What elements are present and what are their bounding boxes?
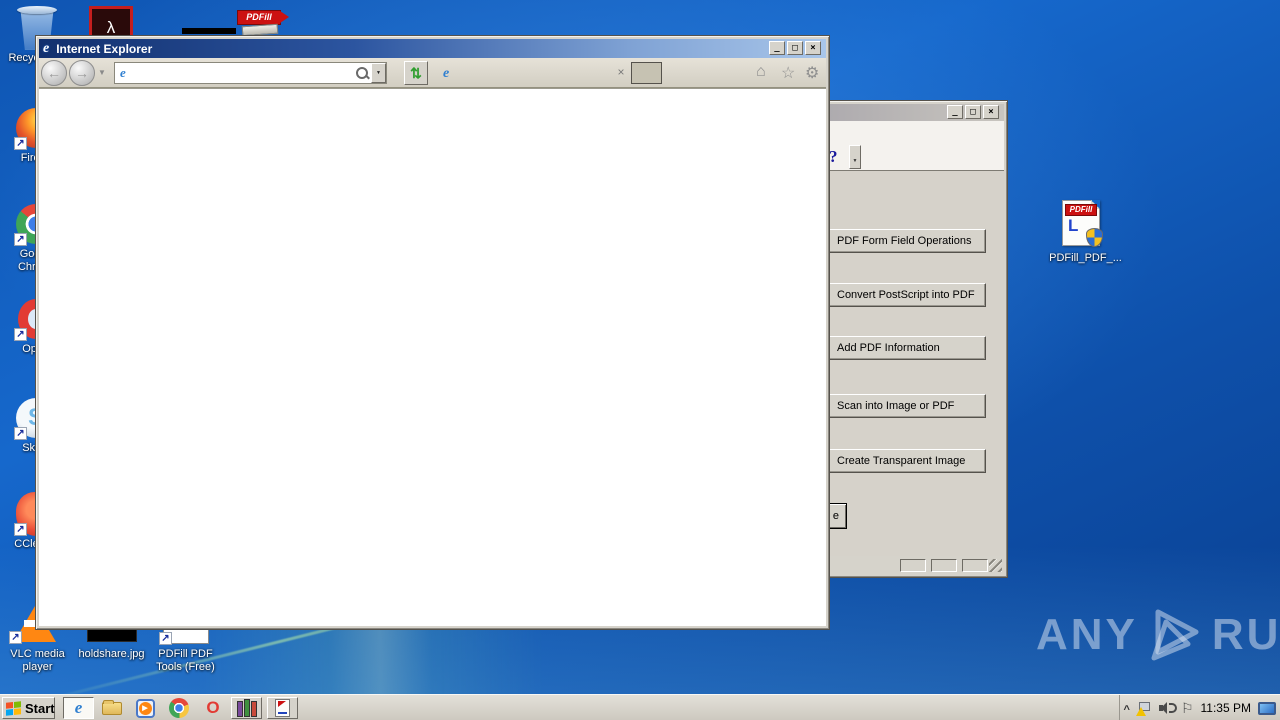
desktop-icon-label: holdshare.jpg xyxy=(78,648,145,660)
pdfill-l-glyph: L xyxy=(1068,216,1079,235)
desktop-icon-label: PDFill_PDF_... xyxy=(1049,252,1122,264)
ie-titlebar[interactable]: e Internet Explorer _ □ × xyxy=(39,39,826,58)
system-tray: ^ ⚐ 11:35 PM xyxy=(1118,695,1280,720)
tray-clock[interactable]: 11:35 PM xyxy=(1201,701,1251,715)
action-center-flag-icon[interactable]: ⚐ xyxy=(1181,700,1194,717)
desktop-icon-label: PDFill PDF Tools (Free) xyxy=(156,648,215,673)
recycle-bin-rim xyxy=(17,6,57,14)
home-icon[interactable]: ⌂ xyxy=(756,63,766,81)
help-icon[interactable]: ? xyxy=(829,147,849,167)
winrar-icon xyxy=(236,699,257,717)
network-status-icon[interactable] xyxy=(1135,701,1152,716)
ie-window-title: Internet Explorer xyxy=(56,41,153,56)
shortcut-arrow-icon: ↗ xyxy=(14,233,27,246)
opera-icon: O xyxy=(206,698,220,717)
scan-into-image-button[interactable]: Scan into Image or PDF xyxy=(816,394,986,418)
windows-flag-icon xyxy=(6,700,21,716)
taskbar-media-player-button[interactable]: ▶ xyxy=(132,697,158,719)
shortcut-arrow-icon: ↗ xyxy=(159,632,172,645)
anyrun-logo-icon xyxy=(1151,609,1199,661)
forward-button[interactable]: → xyxy=(69,60,95,86)
address-input[interactable] xyxy=(125,64,355,82)
status-panel xyxy=(962,559,988,572)
warning-icon xyxy=(1135,706,1146,716)
ie-page-content[interactable] xyxy=(39,88,826,626)
shortcut-arrow-icon: ↗ xyxy=(14,137,27,150)
search-icon[interactable] xyxy=(355,66,369,80)
convert-postscript-button[interactable]: Convert PostScript into PDF xyxy=(816,283,986,307)
status-panel xyxy=(931,559,957,572)
chrome-icon xyxy=(169,698,189,718)
pdf-form-field-operations-button[interactable]: PDF Form Field Operations xyxy=(816,229,986,253)
shortcut-arrow-icon: ↗ xyxy=(9,631,22,644)
resize-grip[interactable] xyxy=(989,559,1002,572)
address-dropdown-button[interactable]: ▼ xyxy=(371,63,386,83)
pdfill-banner-icon: PDFill xyxy=(1065,204,1097,216)
taskbar-opera-button[interactable]: O xyxy=(200,697,226,719)
start-label: Start xyxy=(25,700,55,716)
pdfill-installer-page-icon: PDFill L xyxy=(1062,200,1103,247)
recent-pages-chevron-icon[interactable]: ▼ xyxy=(98,68,106,77)
pdfill-icon xyxy=(275,699,290,717)
pdfill-banner-icon: PDFill xyxy=(237,10,281,25)
display-monitor-icon[interactable] xyxy=(1258,701,1276,715)
pdfill-maximize-button[interactable]: □ xyxy=(965,105,981,119)
help-dropdown-button[interactable]: ▼ xyxy=(849,145,861,169)
desktop-icon-label: VLC media player xyxy=(10,648,65,673)
ie-window: e Internet Explorer _ □ × ← → ▼ e ▼ ⇅ e … xyxy=(35,35,830,630)
pdfill-minimize-button[interactable]: _ xyxy=(947,105,963,119)
media-player-icon: ▶ xyxy=(135,698,155,718)
add-pdf-information-button[interactable]: Add PDF Information xyxy=(816,336,986,360)
volume-speaker-icon[interactable] xyxy=(1158,701,1177,715)
pdfill-close-button[interactable]: × xyxy=(983,105,999,119)
uac-shield-icon xyxy=(1086,228,1103,247)
ie-minimize-button[interactable]: _ xyxy=(769,41,785,55)
tab-close-icon[interactable]: × xyxy=(613,64,629,80)
taskbar-ie-button[interactable]: e xyxy=(63,697,94,719)
taskbar-chrome-button[interactable] xyxy=(166,697,192,719)
watermark-run-text: RUN xyxy=(1211,610,1280,659)
shortcut-arrow-icon: ↗ xyxy=(14,427,27,440)
ie-maximize-button[interactable]: □ xyxy=(787,41,803,55)
ie-close-button[interactable]: × xyxy=(805,41,821,55)
play-icon: ▶ xyxy=(138,701,152,715)
watermark-any-text: ANY xyxy=(1036,610,1138,659)
taskbar: Start e ▶ O ^ ⚐ 11:35 PM xyxy=(0,694,1280,720)
favorites-star-icon[interactable]: ☆ xyxy=(781,63,795,83)
back-button[interactable]: ← xyxy=(41,60,67,86)
pdfill-arrow-icon xyxy=(280,11,289,23)
taskbar-pdfill-button[interactable] xyxy=(267,697,298,719)
create-transparent-image-button[interactable]: Create Transparent Image xyxy=(816,449,986,473)
tab-favicon-ie-icon: e xyxy=(443,66,450,81)
desktop: ANY RUN Recycle Bin ↗ Firefox ↗ Google C… xyxy=(0,0,1280,720)
ie-navigation-bar: ← → ▼ e ▼ ⇅ e × ⌂ ☆ ⚙ xyxy=(39,58,826,88)
desktop-icon-partial-thumbnail[interactable] xyxy=(182,28,236,34)
shortcut-arrow-icon: ↗ xyxy=(14,523,27,536)
ie-logo-icon: e xyxy=(74,698,83,717)
new-tab-button[interactable] xyxy=(631,62,662,84)
desktop-icon-pdfill-installer[interactable]: PDFill L PDFill_PDF_... xyxy=(1048,200,1123,265)
refresh-button[interactable]: ⇅ xyxy=(404,61,428,85)
tray-expand-chevron-icon[interactable]: ^ xyxy=(1124,704,1130,716)
folder-icon xyxy=(102,699,122,715)
address-bar: e ▼ xyxy=(114,62,387,84)
tools-gear-icon[interactable]: ⚙ xyxy=(805,63,819,83)
taskbar-winrar-button[interactable] xyxy=(231,697,262,719)
anyrun-watermark: ANY RUN xyxy=(1036,606,1280,664)
desktop-icon-pdfill-top[interactable]: PDFill xyxy=(237,8,289,37)
taskbar-explorer-button[interactable] xyxy=(99,697,125,719)
ie-logo-icon: e xyxy=(43,40,50,56)
start-button[interactable]: Start xyxy=(2,697,55,719)
status-panel xyxy=(900,559,926,572)
shortcut-arrow-icon: ↗ xyxy=(14,328,27,341)
